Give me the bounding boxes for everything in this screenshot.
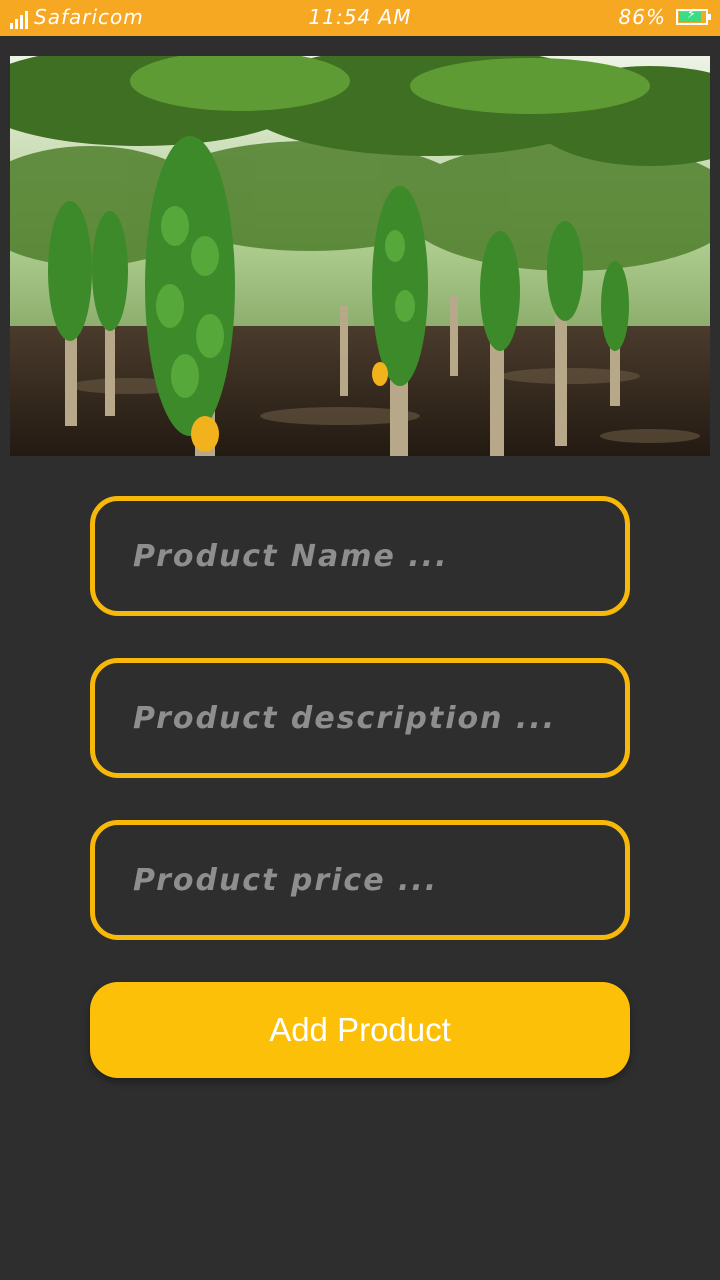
charging-bolt-icon: ⚡ (686, 7, 698, 22)
product-price-field[interactable] (90, 820, 630, 940)
status-bar: Safaricom 11:54 AM 86% ⚡ (0, 0, 720, 36)
papaya-plantation-illustration (10, 56, 710, 456)
product-description-field[interactable] (90, 658, 630, 778)
product-name-input[interactable] (131, 501, 609, 611)
product-name-field[interactable] (90, 496, 630, 616)
papaya-plantation-image (10, 56, 710, 456)
add-product-button[interactable]: Add Product (90, 982, 630, 1078)
product-price-input[interactable] (131, 825, 609, 935)
product-description-input[interactable] (131, 663, 609, 773)
status-time: 11:54 AM (308, 5, 412, 29)
battery-icon: ⚡ (676, 7, 711, 25)
battery-percentage: 86% (618, 5, 666, 29)
status-right: 86% ⚡ (618, 5, 711, 29)
